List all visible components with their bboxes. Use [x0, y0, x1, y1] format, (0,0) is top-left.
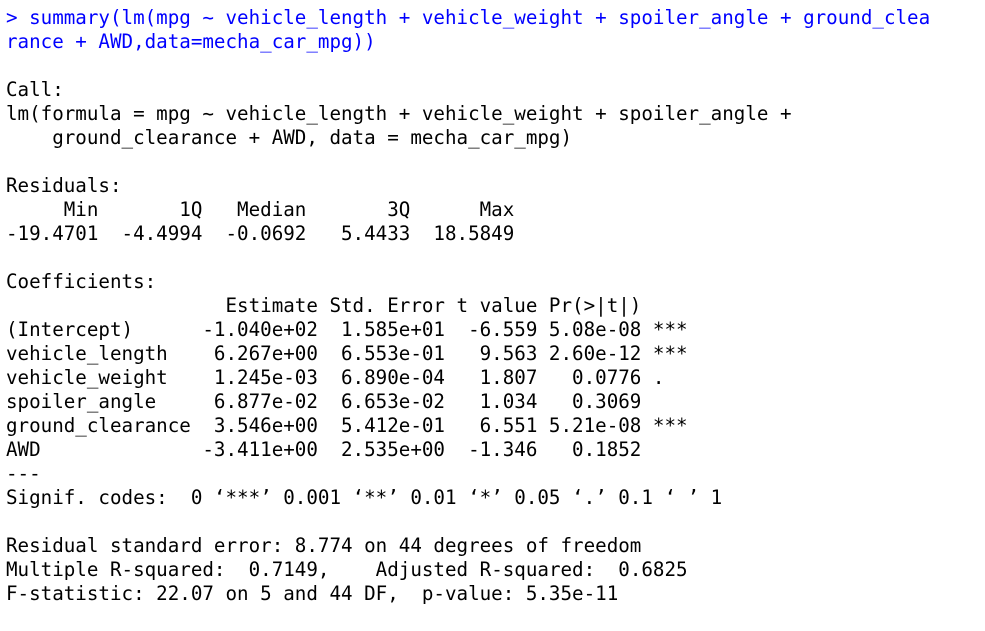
coefficient-row-vehicle-length: vehicle_length 6.267e+00 6.553e-01 9.563…: [6, 342, 688, 365]
call-header: Call:: [6, 78, 64, 101]
coefficients-columns: Estimate Std. Error t value Pr(>|t|): [6, 294, 688, 317]
coefficients-header: Coefficients:: [6, 270, 157, 293]
command-line-1: > summary(lm(mpg ~ vehicle_length + vehi…: [6, 6, 931, 29]
coefficient-row-vehicle-weight: vehicle_weight 1.245e-03 6.890e-04 1.807…: [6, 366, 688, 389]
r-squared-line: Multiple R-squared: 0.7149, Adjusted R-s…: [6, 558, 700, 581]
coefficient-row-spoiler-angle: spoiler_angle 6.877e-02 6.653e-02 1.034 …: [6, 390, 688, 413]
signif-codes-line: Signif. codes: 0 ‘***’ 0.001 ‘**’ 0.01 ‘…: [6, 486, 723, 509]
coefficient-row-awd: AWD -3.411e+00 2.535e+00 -1.346 0.1852: [6, 438, 688, 461]
r-console-output[interactable]: > summary(lm(mpg ~ vehicle_length + vehi…: [6, 6, 981, 606]
coefficient-row-intercept: (Intercept) -1.040e+02 1.585e+01 -6.559 …: [6, 318, 688, 341]
coefficients-separator: ---: [6, 462, 41, 485]
call-line-2: ground_clearance + AWD, data = mecha_car…: [6, 126, 573, 149]
command-line-2: rance + AWD,data=mecha_car_mpg)): [6, 30, 376, 53]
residual-standard-error-line: Residual standard error: 8.774 on 44 deg…: [6, 534, 642, 557]
coefficient-row-ground-clearance: ground_clearance 3.546e+00 5.412e-01 6.5…: [6, 414, 688, 437]
residuals-values: -19.4701 -4.4994 -0.0692 5.4433 18.5849: [6, 222, 526, 245]
f-statistic-line: F-statistic: 22.07 on 5 and 44 DF, p-val…: [6, 582, 619, 605]
residuals-columns: Min 1Q Median 3Q Max: [6, 198, 526, 221]
residuals-header: Residuals:: [6, 174, 122, 197]
call-line-1: lm(formula = mpg ~ vehicle_length + vehi…: [6, 102, 804, 125]
